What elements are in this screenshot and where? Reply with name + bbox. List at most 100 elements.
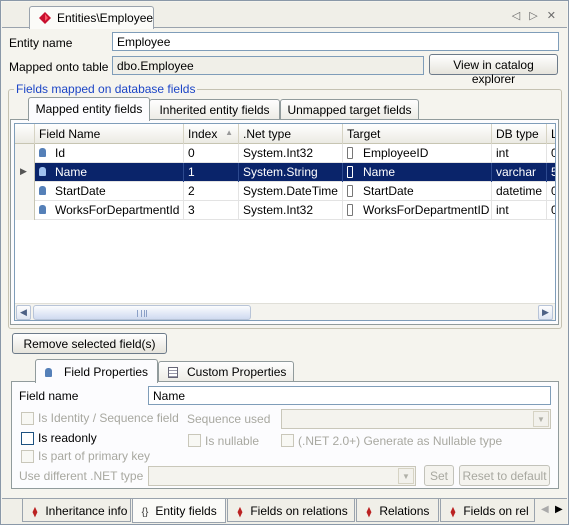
- chevron-down-icon: ▼: [398, 468, 414, 484]
- tab-fields-on-related[interactable]: ⧫ Fields on rel: [440, 499, 535, 522]
- tab-fields-on-relations-label: Fields on relations: [250, 504, 348, 518]
- tab-fields-on-related-label: Fields on rel: [463, 504, 529, 518]
- scroll-tabs-right-icon[interactable]: ▶: [555, 504, 563, 515]
- field-icon: [39, 186, 46, 195]
- is-nullable-checkbox[interactable]: [188, 434, 201, 447]
- target-text: EmployeeID: [363, 146, 429, 160]
- tab-inheritance-info-label: Inheritance info: [45, 504, 128, 518]
- set-button[interactable]: Set: [424, 465, 454, 486]
- net-type-cell: System.Int32: [239, 144, 343, 163]
- relations-icon: ⧫: [366, 507, 372, 518]
- entity-editor-window: Entities\Employee ◁ ▷ ✕ Entity name Empl…: [0, 0, 569, 525]
- field-name-text: Id: [55, 146, 66, 160]
- length-cell: 0: [547, 201, 555, 220]
- tab-custom-properties[interactable]: Custom Properties: [158, 361, 294, 382]
- use-different-type-label: Use different .NET type: [19, 469, 144, 483]
- table-row[interactable]: StartDate 2 System.DateTime StartDate dateti…: [15, 182, 555, 201]
- is-identity-checkbox[interactable]: [21, 412, 34, 425]
- length-cell: 0: [547, 144, 555, 163]
- horizontal-scrollbar[interactable]: ◀ ▶: [15, 303, 555, 320]
- db-type-cell: int: [492, 201, 547, 220]
- scrollbar-thumb[interactable]: [33, 305, 251, 320]
- row-header[interactable]: [15, 144, 35, 163]
- column-header-db-type[interactable]: DB type: [492, 124, 547, 144]
- is-nullable-label: Is nullable: [205, 434, 260, 448]
- row-header[interactable]: [15, 201, 35, 220]
- column-header-target[interactable]: Target: [343, 124, 492, 144]
- tab-relations-label: Relations: [379, 504, 430, 518]
- tab-inheritance-info[interactable]: ⧫ Inheritance info: [22, 499, 131, 522]
- generate-nullable-label: (.NET 2.0+) Generate as Nullable type: [298, 434, 503, 448]
- inheritance-icon: ⧫: [32, 507, 38, 518]
- target-cell: StartDate: [343, 182, 492, 201]
- grid-header: Field Name Index ▲ .Net type Target DB t…: [15, 124, 555, 144]
- fields-grid: Field Name Index ▲ .Net type Target DB t…: [14, 123, 556, 321]
- target-text: Name: [363, 165, 396, 179]
- length-cell: 0: [547, 182, 555, 201]
- is-readonly-checkbox[interactable]: [21, 432, 34, 445]
- scroll-left-icon[interactable]: ◀: [16, 305, 31, 320]
- sequence-used-dropdown[interactable]: ▼: [281, 409, 551, 429]
- sort-ascending-icon: ▲: [225, 128, 233, 137]
- column-header-net-type[interactable]: .Net type: [239, 124, 343, 144]
- tab-mapped-entity-fields[interactable]: Mapped entity fields: [28, 97, 150, 121]
- entity-icon: [39, 12, 51, 24]
- row-header[interactable]: [15, 182, 35, 201]
- view-in-catalog-explorer-button[interactable]: View in catalog explorer: [429, 54, 558, 86]
- sequence-used-label: Sequence used: [187, 412, 271, 426]
- field-name-cell: WorksForDepartmentId: [35, 201, 184, 220]
- reset-to-default-button[interactable]: Reset to default: [459, 465, 550, 486]
- table-row[interactable]: WorksForDepartmentId 3 System.Int32 WorksFo…: [15, 201, 555, 220]
- field-name-input[interactable]: Name: [148, 386, 551, 405]
- tab-entity-fields[interactable]: {} Entity fields: [132, 499, 226, 523]
- table-row[interactable]: ▶ Name 1System.String Name varchar5(: [15, 163, 555, 182]
- field-icon: [39, 148, 46, 157]
- length-cell: 5(: [547, 163, 555, 182]
- column-header-field-name[interactable]: Field Name: [35, 124, 184, 144]
- index-cell: 2: [184, 182, 239, 201]
- target-cell: EmployeeID: [343, 144, 492, 163]
- field-icon: [39, 167, 46, 176]
- tab-custom-properties-label: Custom Properties: [187, 365, 287, 379]
- document-tab-employee[interactable]: Entities\Employee: [29, 6, 154, 29]
- column-icon: [347, 147, 353, 159]
- target-cell: Name: [343, 163, 492, 182]
- net-type-cell: System.String: [239, 163, 343, 182]
- tab-fields-on-relations[interactable]: ⧫ Fields on relations: [227, 499, 355, 522]
- entity-name-input[interactable]: Employee: [112, 32, 559, 51]
- db-type-cell: varchar: [492, 163, 547, 182]
- generate-nullable-checkbox[interactable]: [281, 434, 294, 447]
- net-type-cell: System.Int32: [239, 201, 343, 220]
- scroll-tabs-left-icon[interactable]: ◀: [541, 504, 549, 515]
- is-part-of-pk-label: Is part of primary key: [38, 449, 151, 463]
- net-type-dropdown[interactable]: ▼: [148, 466, 416, 486]
- column-header-length[interactable]: Le: [547, 124, 555, 144]
- index-cell: 3: [184, 201, 239, 220]
- field-properties-icon: [45, 368, 52, 377]
- row-header[interactable]: ▶: [15, 163, 35, 182]
- net-type-cell: System.DateTime: [239, 182, 343, 201]
- db-type-cell: datetime: [492, 182, 547, 201]
- entity-name-label: Entity name: [9, 36, 73, 50]
- column-icon: [347, 185, 353, 197]
- field-name-text: WorksForDepartmentId: [55, 203, 180, 217]
- tab-inherited-entity-fields[interactable]: Inherited entity fields: [149, 99, 280, 120]
- chevron-down-icon: ▼: [533, 411, 549, 427]
- row-header-corner: [15, 124, 35, 144]
- remove-selected-fields-button[interactable]: Remove selected field(s): [12, 333, 167, 354]
- is-identity-label: Is Identity / Sequence field: [38, 411, 179, 425]
- column-icon: [347, 166, 353, 178]
- tab-unmapped-target-fields[interactable]: Unmapped target fields: [280, 99, 419, 120]
- mapped-table-label: Mapped onto table: [9, 60, 109, 74]
- is-part-of-pk-checkbox[interactable]: [21, 450, 34, 463]
- document-controls[interactable]: ◁ ▷ ✕: [512, 9, 559, 22]
- fields-groupbox-title: Fields mapped on database fields: [14, 82, 198, 96]
- table-row[interactable]: Id0System.Int32EmployeeIDint0: [15, 144, 555, 163]
- fields-on-relations-icon: ⧫: [237, 507, 243, 518]
- column-header-index[interactable]: Index ▲: [184, 124, 239, 144]
- tab-relations[interactable]: ⧫ Relations: [356, 499, 439, 522]
- scroll-right-icon[interactable]: ▶: [538, 305, 553, 320]
- target-text: WorksForDepartmentID: [363, 203, 490, 217]
- tab-field-properties[interactable]: Field Properties: [35, 359, 158, 383]
- column-header-index-label: Index: [188, 127, 218, 141]
